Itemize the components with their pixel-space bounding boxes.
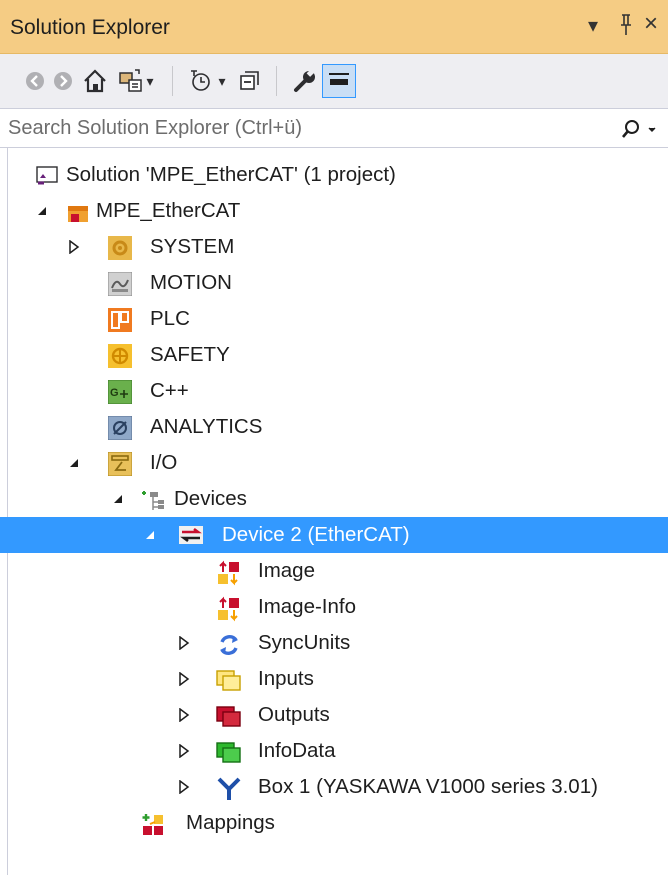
inputs-folder-icon	[216, 668, 241, 691]
search-bar	[0, 108, 668, 148]
expanded-arrow-icon[interactable]	[34, 193, 50, 229]
process-image-icon	[216, 560, 239, 586]
tree-item-label: Devices	[174, 487, 247, 510]
window-position-dropdown-icon[interactable]: ▾	[588, 13, 598, 38]
collapsed-arrow-icon[interactable]	[176, 625, 192, 661]
tree-item-analytics[interactable]: ANALYTICS	[0, 409, 668, 445]
visual-studio-solution-icon	[36, 164, 58, 186]
sync-units-icon	[216, 632, 238, 655]
tree-item-label: SAFETY	[150, 343, 230, 366]
pin-icon[interactable]	[618, 14, 634, 41]
expanded-arrow-icon[interactable]	[110, 481, 126, 517]
toolbar: ▾ ▾	[0, 54, 668, 108]
yaskawa-box-icon	[216, 776, 241, 800]
collapsed-arrow-icon[interactable]	[176, 661, 192, 697]
cpp-icon: G	[107, 379, 133, 405]
tree-item-project[interactable]: MPE_EtherCAT	[0, 193, 668, 229]
tree-item-inputs[interactable]: Inputs	[0, 661, 668, 697]
tree-item-label: InfoData	[258, 739, 336, 762]
devices-tree-icon	[140, 488, 164, 510]
tree-item-label: Inputs	[258, 667, 314, 690]
tree-item-mappings[interactable]: Mappings	[0, 805, 668, 841]
tree-item-label: SYSTEM	[150, 235, 235, 258]
tree-item-device-2[interactable]: Device 2 (EtherCAT)	[0, 517, 668, 553]
tree-item-safety[interactable]: SAFETY	[0, 337, 668, 373]
ethercat-device-icon	[178, 524, 203, 546]
tree-item-label: MPE_EtherCAT	[96, 199, 241, 222]
tree-item-infodata[interactable]: InfoData	[0, 733, 668, 769]
collapsed-arrow-icon[interactable]	[176, 697, 192, 733]
tree-item-syncunits[interactable]: SyncUnits	[0, 625, 668, 661]
tree-item-cpp[interactable]: G C++	[0, 373, 668, 409]
mappings-icon	[140, 812, 163, 835]
panel-title: Solution Explorer	[10, 16, 170, 39]
tree-item-system[interactable]: SYSTEM	[0, 229, 668, 265]
search-input[interactable]	[8, 115, 598, 141]
infodata-folder-icon	[216, 740, 241, 763]
tree-item-solution[interactable]: Solution 'MPE_EtherCAT' (1 project)	[0, 157, 668, 193]
toolbar-separator	[276, 66, 277, 96]
collapsed-arrow-icon[interactable]	[66, 229, 82, 265]
panel-title-bar: Solution Explorer ▾ ×	[0, 0, 668, 54]
switch-views-dropdown-icon[interactable]: ▾	[140, 66, 160, 96]
tree-item-label: C++	[150, 379, 189, 402]
collapsed-arrow-icon[interactable]	[176, 769, 192, 805]
expanded-arrow-icon[interactable]	[66, 445, 82, 481]
collapsed-arrow-icon[interactable]	[176, 733, 192, 769]
svg-text:G: G	[110, 387, 119, 399]
tree-item-label: Image-Info	[258, 595, 356, 618]
forward-icon[interactable]	[48, 66, 78, 96]
safety-icon	[108, 344, 132, 368]
tree-item-label: ANALYTICS	[150, 415, 263, 438]
tree-item-label: Outputs	[258, 703, 330, 726]
tree-item-label: Image	[258, 559, 315, 582]
properties-icon[interactable]	[290, 66, 320, 96]
io-icon	[107, 451, 133, 477]
tree-item-label: Mappings	[186, 811, 275, 834]
tree-item-io[interactable]: I/O	[0, 445, 668, 481]
plc-icon	[108, 308, 132, 332]
tree-item-label: PLC	[150, 307, 190, 330]
motion-icon	[107, 271, 133, 297]
tree-item-label: SyncUnits	[258, 631, 351, 654]
close-icon[interactable]: ×	[644, 10, 658, 38]
system-gear-icon	[108, 236, 132, 260]
tree-item-label: MOTION	[150, 271, 232, 294]
outputs-folder-icon	[216, 704, 241, 727]
analytics-icon	[107, 415, 133, 441]
back-icon[interactable]	[20, 66, 50, 96]
tree-item-motion[interactable]: MOTION	[0, 265, 668, 301]
tree-item-label: I/O	[150, 451, 178, 474]
tree-item-label: Device 2 (EtherCAT)	[222, 523, 410, 546]
search-icon[interactable]	[620, 117, 660, 146]
tree-item-label: Box 1 (YASKAWA V1000 series 3.01)	[258, 775, 598, 798]
tree-item-image-info[interactable]: Image-Info	[0, 589, 668, 625]
toolbar-separator	[172, 66, 173, 96]
tree-item-box-1[interactable]: Box 1 (YASKAWA V1000 series 3.01)	[0, 769, 668, 805]
expanded-arrow-icon[interactable]	[142, 517, 158, 553]
tree-item-plc[interactable]: PLC	[0, 301, 668, 337]
tree-item-outputs[interactable]: Outputs	[0, 697, 668, 733]
collapse-all-icon[interactable]	[234, 66, 264, 96]
filter-dropdown-icon[interactable]: ▾	[212, 66, 232, 96]
twincat-project-icon	[66, 200, 88, 222]
tree-item-label: Solution 'MPE_EtherCAT' (1 project)	[66, 163, 396, 186]
tree-item-devices[interactable]: Devices	[0, 481, 668, 517]
home-icon[interactable]	[80, 66, 110, 96]
process-image-info-icon	[216, 596, 239, 622]
tree-item-image[interactable]: Image	[0, 553, 668, 589]
preview-selected-items-icon[interactable]	[322, 64, 356, 98]
